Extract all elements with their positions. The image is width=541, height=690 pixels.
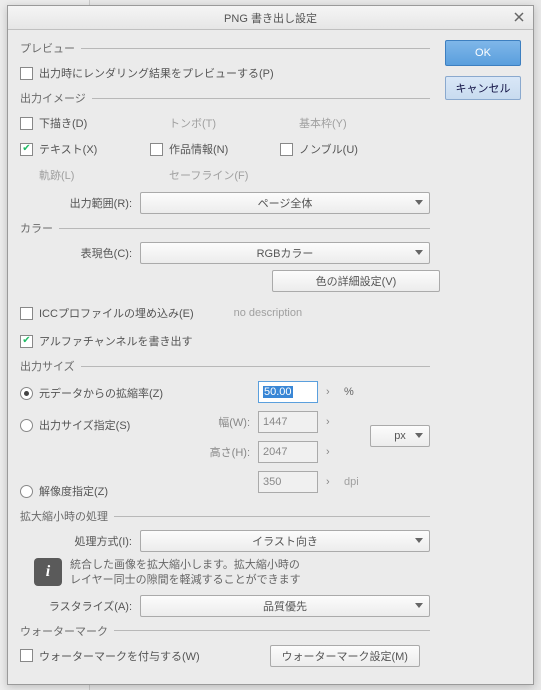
unit-dpi: dpi: [344, 476, 359, 488]
checkbox-draft[interactable]: [20, 117, 33, 130]
label-method: 処理方式(I):: [20, 533, 140, 549]
label-nombre: ノンブル(U): [299, 141, 358, 157]
legend-size: 出力サイズ: [20, 358, 430, 374]
content-area: プレビュー 出力時にレンダリング結果をプレビューする(P) 出力イメージ 下描き…: [20, 40, 430, 667]
checkbox-icc[interactable]: [20, 307, 33, 320]
group-color: カラー 表現色(C): RGBカラー 色の詳細設定(V) ICCプロファイルの埋…: [20, 220, 430, 352]
chevron-down-icon: [415, 197, 423, 209]
titlebar: PNG 書き出し設定: [8, 6, 533, 30]
legend-scaling: 拡大縮小時の処理: [20, 508, 430, 524]
group-watermark: ウォーターマーク ウォーターマークを付与する(W) ウォーターマーク設定(M): [20, 623, 430, 667]
input-width[interactable]: 1447: [258, 411, 318, 433]
ok-button[interactable]: OK: [445, 40, 521, 66]
radio-scale[interactable]: [20, 387, 33, 400]
label-icc-desc: no description: [234, 307, 303, 319]
row-alpha: アルファチャンネルを書き出す: [20, 330, 430, 352]
image-checkboxes: 下描き(D) テキスト(X) 軌跡(L) トンボ(T) 作品情報(N) セーフラ…: [20, 112, 430, 186]
row-raster: ラスタライズ(A): 品質優先: [20, 595, 430, 617]
label-height: 高さ(H):: [202, 444, 250, 460]
info-text: 統合した画像を拡大縮小します。拡大縮小時の レイヤー同士の隙間を軽減することがで…: [70, 558, 301, 589]
legend-image: 出力イメージ: [20, 90, 430, 106]
size-area: 元データからの拡縮率(Z) 出力サイズ指定(S) 解像度指定(Z) 50.00 …: [20, 380, 430, 502]
select-unit[interactable]: px: [370, 425, 430, 447]
row-range: 出力範囲(R): ページ全体: [20, 192, 430, 214]
select-raster[interactable]: 品質優先: [140, 595, 430, 617]
row-watermark: ウォーターマークを付与する(W) ウォーターマーク設定(M): [20, 645, 430, 667]
spinner-scale[interactable]: ›: [326, 386, 336, 398]
radio-specify[interactable]: [20, 419, 33, 432]
label-trajectory: 軌跡(L): [39, 167, 74, 183]
dialog-buttons: OK キャンセル: [445, 40, 521, 100]
spinner-width[interactable]: ›: [326, 416, 336, 428]
label-text: テキスト(X): [39, 141, 97, 157]
color-detail-button[interactable]: 色の詳細設定(V): [272, 270, 440, 292]
export-dialog: PNG 書き出し設定 OK キャンセル プレビュー 出力時にレンダリング結果をプ…: [7, 5, 534, 685]
checkbox-alpha[interactable]: [20, 335, 33, 348]
label-resolution: 解像度指定(Z): [39, 483, 108, 499]
legend-preview: プレビュー: [20, 40, 430, 56]
info-icon: i: [34, 558, 62, 586]
label-info: 作品情報(N): [169, 141, 228, 157]
label-draft: 下描き(D): [39, 115, 87, 131]
unit-percent: %: [344, 386, 354, 398]
info-box: i 統合した画像を拡大縮小します。拡大縮小時の レイヤー同士の隙間を軽減すること…: [34, 558, 430, 589]
label-base: 基本枠(Y): [299, 115, 347, 131]
chevron-down-icon: [415, 430, 423, 442]
watermark-settings-button[interactable]: ウォーターマーク設定(M): [270, 645, 420, 667]
input-scale[interactable]: 50.00: [258, 381, 318, 403]
label-scale: 元データからの拡縮率(Z): [39, 385, 163, 401]
dialog-body: OK キャンセル プレビュー 出力時にレンダリング結果をプレビューする(P) 出…: [8, 30, 533, 684]
label-watermark: ウォーターマークを付与する(W): [39, 648, 200, 664]
checkbox-nombre[interactable]: [280, 143, 293, 156]
label-icc: ICCプロファイルの埋め込み(E): [39, 305, 194, 321]
label-safe: セーフライン(F): [169, 167, 248, 183]
select-method[interactable]: イラスト向き: [140, 530, 430, 552]
close-icon: [514, 12, 524, 22]
close-button[interactable]: [509, 8, 529, 26]
group-scaling: 拡大縮小時の処理 処理方式(I): イラスト向き i 統合した画像を拡大縮小しま…: [20, 508, 430, 617]
label-range: 出力範囲(R):: [20, 195, 140, 211]
group-preview: プレビュー 出力時にレンダリング結果をプレビューする(P): [20, 40, 430, 84]
select-expr[interactable]: RGBカラー: [140, 242, 430, 264]
cancel-button[interactable]: キャンセル: [445, 76, 521, 100]
row-expr: 表現色(C): RGBカラー: [20, 242, 430, 264]
group-image: 出力イメージ 下描き(D) テキスト(X) 軌跡(L) トンボ(T) 作品情報(…: [20, 90, 430, 214]
input-height[interactable]: 2047: [258, 441, 318, 463]
spinner-dpi[interactable]: ›: [326, 476, 336, 488]
select-range[interactable]: ページ全体: [140, 192, 430, 214]
label-width: 幅(W):: [202, 414, 250, 430]
radio-resolution[interactable]: [20, 485, 33, 498]
checkbox-preview[interactable]: [20, 67, 33, 80]
dialog-title: PNG 書き出し設定: [224, 10, 317, 26]
label-expr: 表現色(C):: [20, 245, 140, 261]
row-method: 処理方式(I): イラスト向き: [20, 530, 430, 552]
chevron-down-icon: [415, 600, 423, 612]
checkbox-info[interactable]: [150, 143, 163, 156]
label-alpha: アルファチャンネルを書き出す: [39, 333, 193, 349]
legend-watermark: ウォーターマーク: [20, 623, 430, 639]
row-preview-check: 出力時にレンダリング結果をプレビューする(P): [20, 62, 430, 84]
label-preview: 出力時にレンダリング結果をプレビューする(P): [39, 65, 274, 81]
spinner-height[interactable]: ›: [326, 446, 336, 458]
group-size: 出力サイズ 元データからの拡縮率(Z) 出力サイズ指定(S) 解像度指定(Z) …: [20, 358, 430, 502]
row-icc: ICCプロファイルの埋め込み(E) no description: [20, 302, 430, 324]
chevron-down-icon: [415, 535, 423, 547]
checkbox-watermark[interactable]: [20, 649, 33, 662]
checkbox-text[interactable]: [20, 143, 33, 156]
input-dpi[interactable]: 350: [258, 471, 318, 493]
legend-color: カラー: [20, 220, 430, 236]
chevron-down-icon: [415, 247, 423, 259]
label-raster: ラスタライズ(A):: [20, 598, 140, 614]
label-crop: トンボ(T): [169, 115, 216, 131]
label-specify: 出力サイズ指定(S): [39, 417, 130, 433]
